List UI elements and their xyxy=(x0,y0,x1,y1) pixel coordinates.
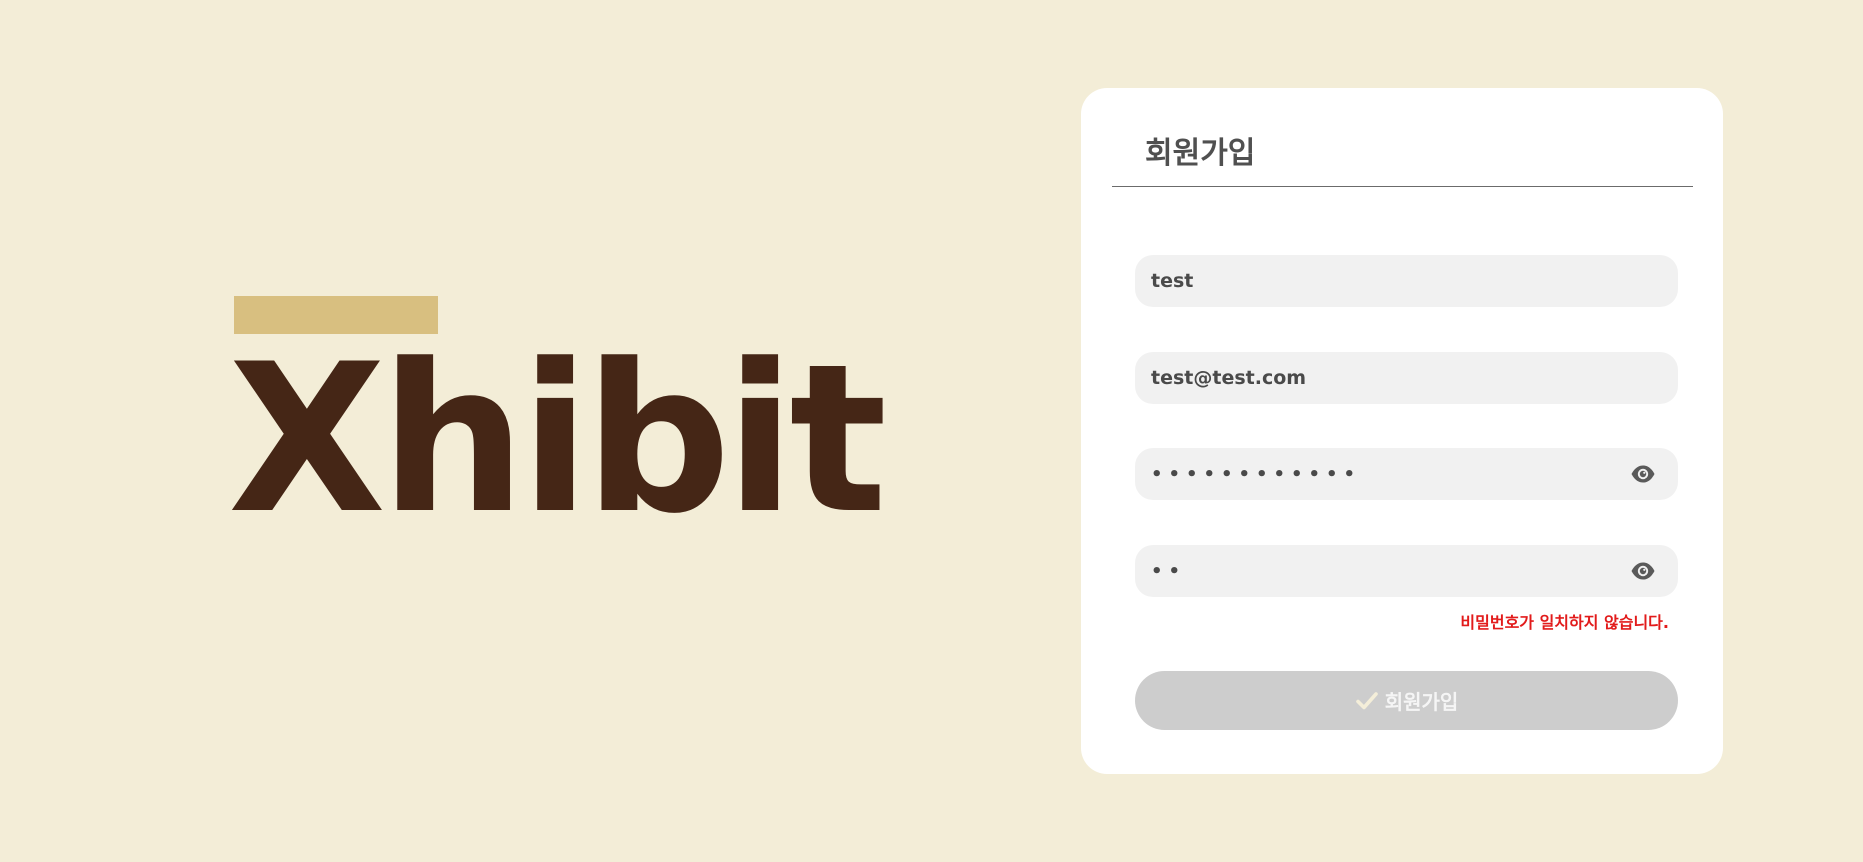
email-input[interactable] xyxy=(1151,352,1611,404)
check-icon xyxy=(1355,691,1378,709)
eye-icon[interactable] xyxy=(1630,462,1656,486)
brand-area: Xhibit xyxy=(228,296,887,543)
signup-button-label: 회원가입 xyxy=(1384,690,1459,714)
username-input[interactable] xyxy=(1151,255,1611,307)
password-input[interactable] xyxy=(1151,448,1611,500)
email-field xyxy=(1135,352,1678,404)
eye-icon[interactable] xyxy=(1630,559,1656,583)
username-field xyxy=(1135,255,1678,307)
password-confirm-input[interactable] xyxy=(1151,545,1611,597)
signup-card: 회원가입 비밀번호가 일치하지 않습니다. 회원가입 xyxy=(1081,88,1723,774)
password-field xyxy=(1135,448,1678,500)
signup-header: 회원가입 xyxy=(1112,88,1693,187)
password-mismatch-error: 비밀번호가 일치하지 않습니다. xyxy=(1460,613,1669,632)
password-confirm-field xyxy=(1135,545,1678,597)
brand-logo: Xhibit xyxy=(228,321,887,559)
signup-button[interactable]: 회원가입 xyxy=(1135,671,1678,730)
page-title: 회원가입 xyxy=(1145,136,1256,171)
